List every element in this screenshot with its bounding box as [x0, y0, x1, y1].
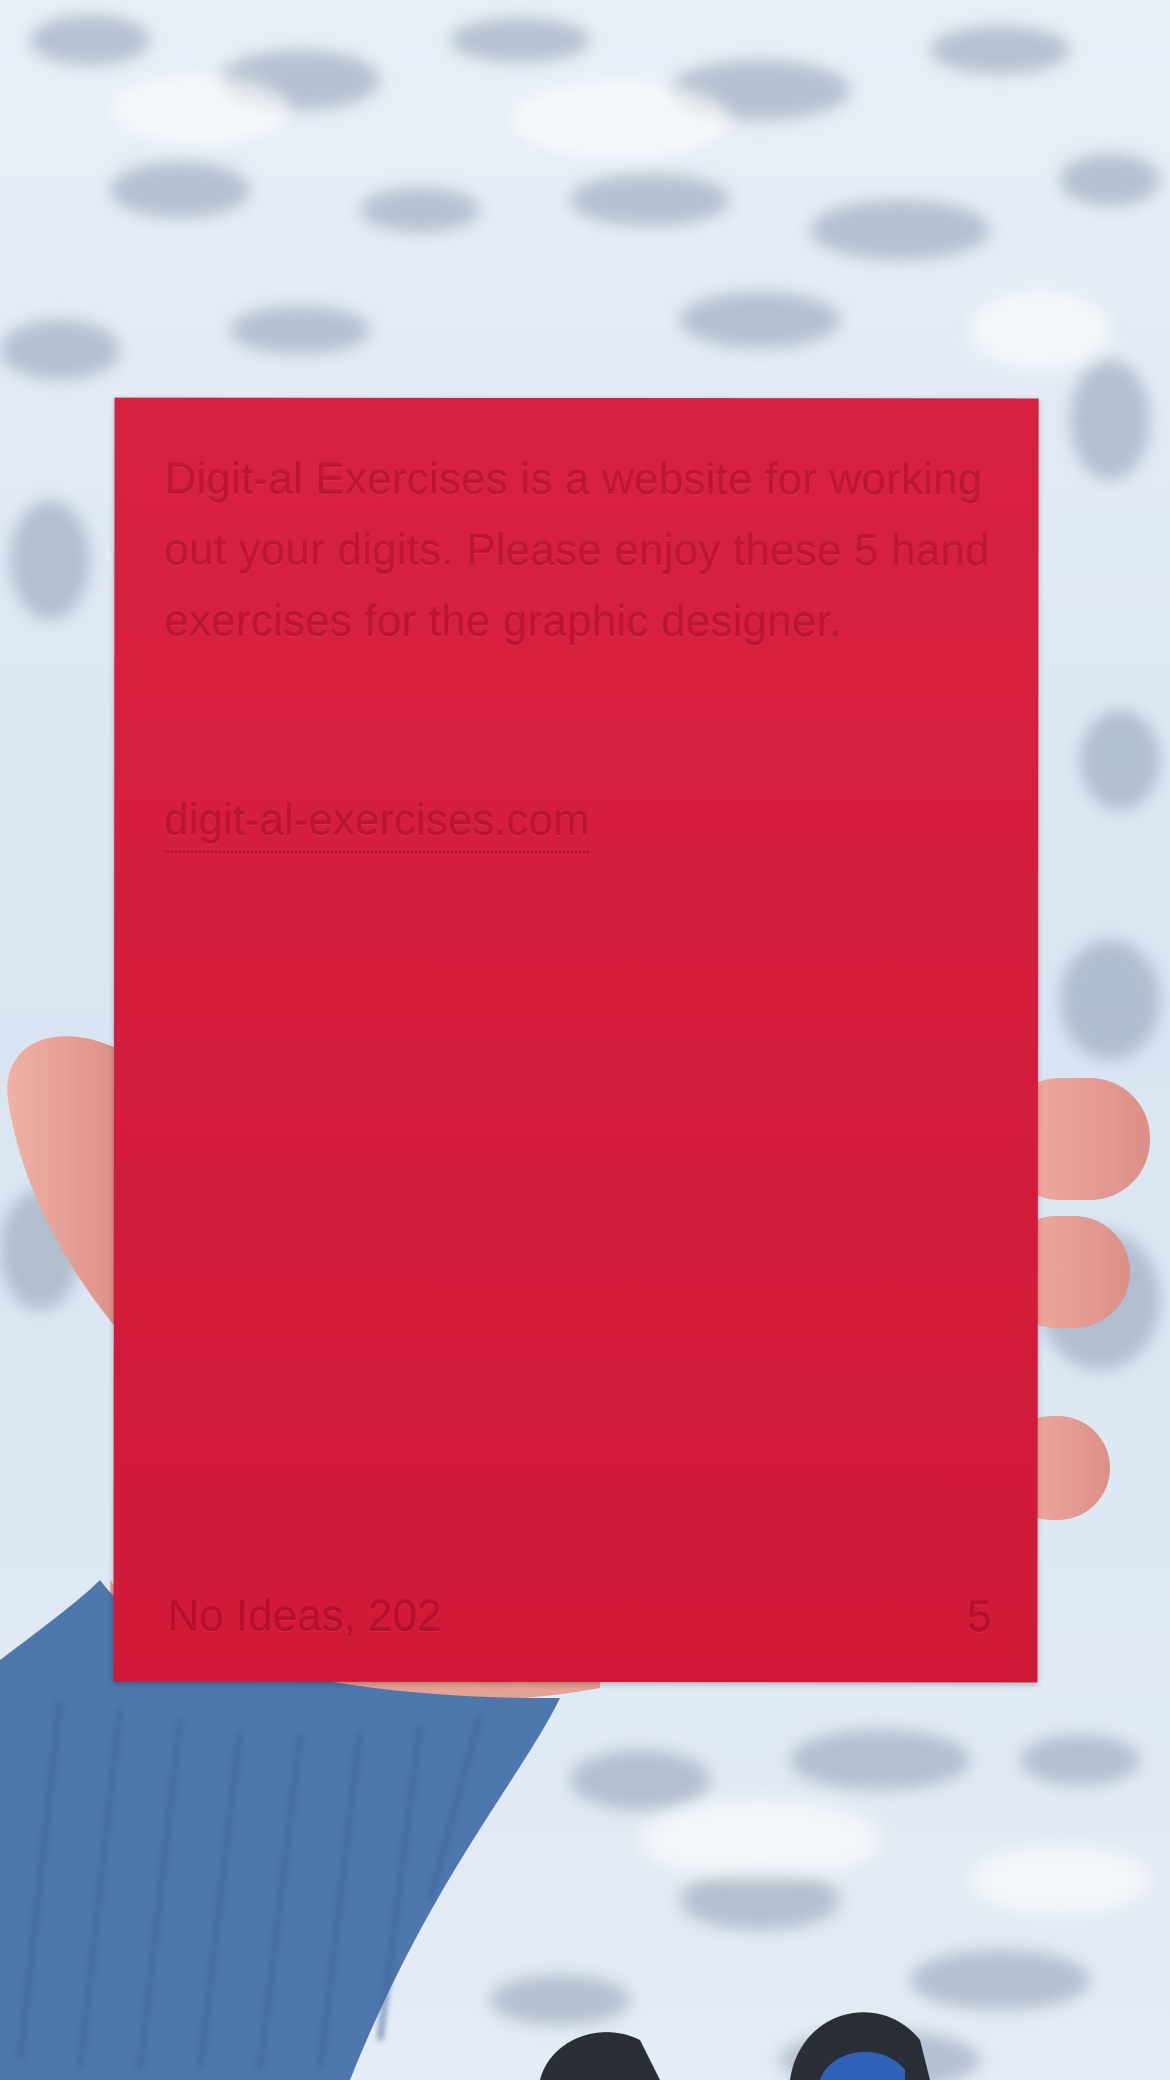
card-footer-credit: No Ideas, 202 [167, 1591, 442, 1641]
card-number: 5 [966, 1592, 992, 1642]
website-link[interactable]: digit-al-exercises.com [164, 790, 590, 854]
card-description: Digit-al Exercises is a website for work… [164, 454, 990, 647]
postcard: Digit-al Exercises is a website for work… [113, 397, 1039, 1683]
